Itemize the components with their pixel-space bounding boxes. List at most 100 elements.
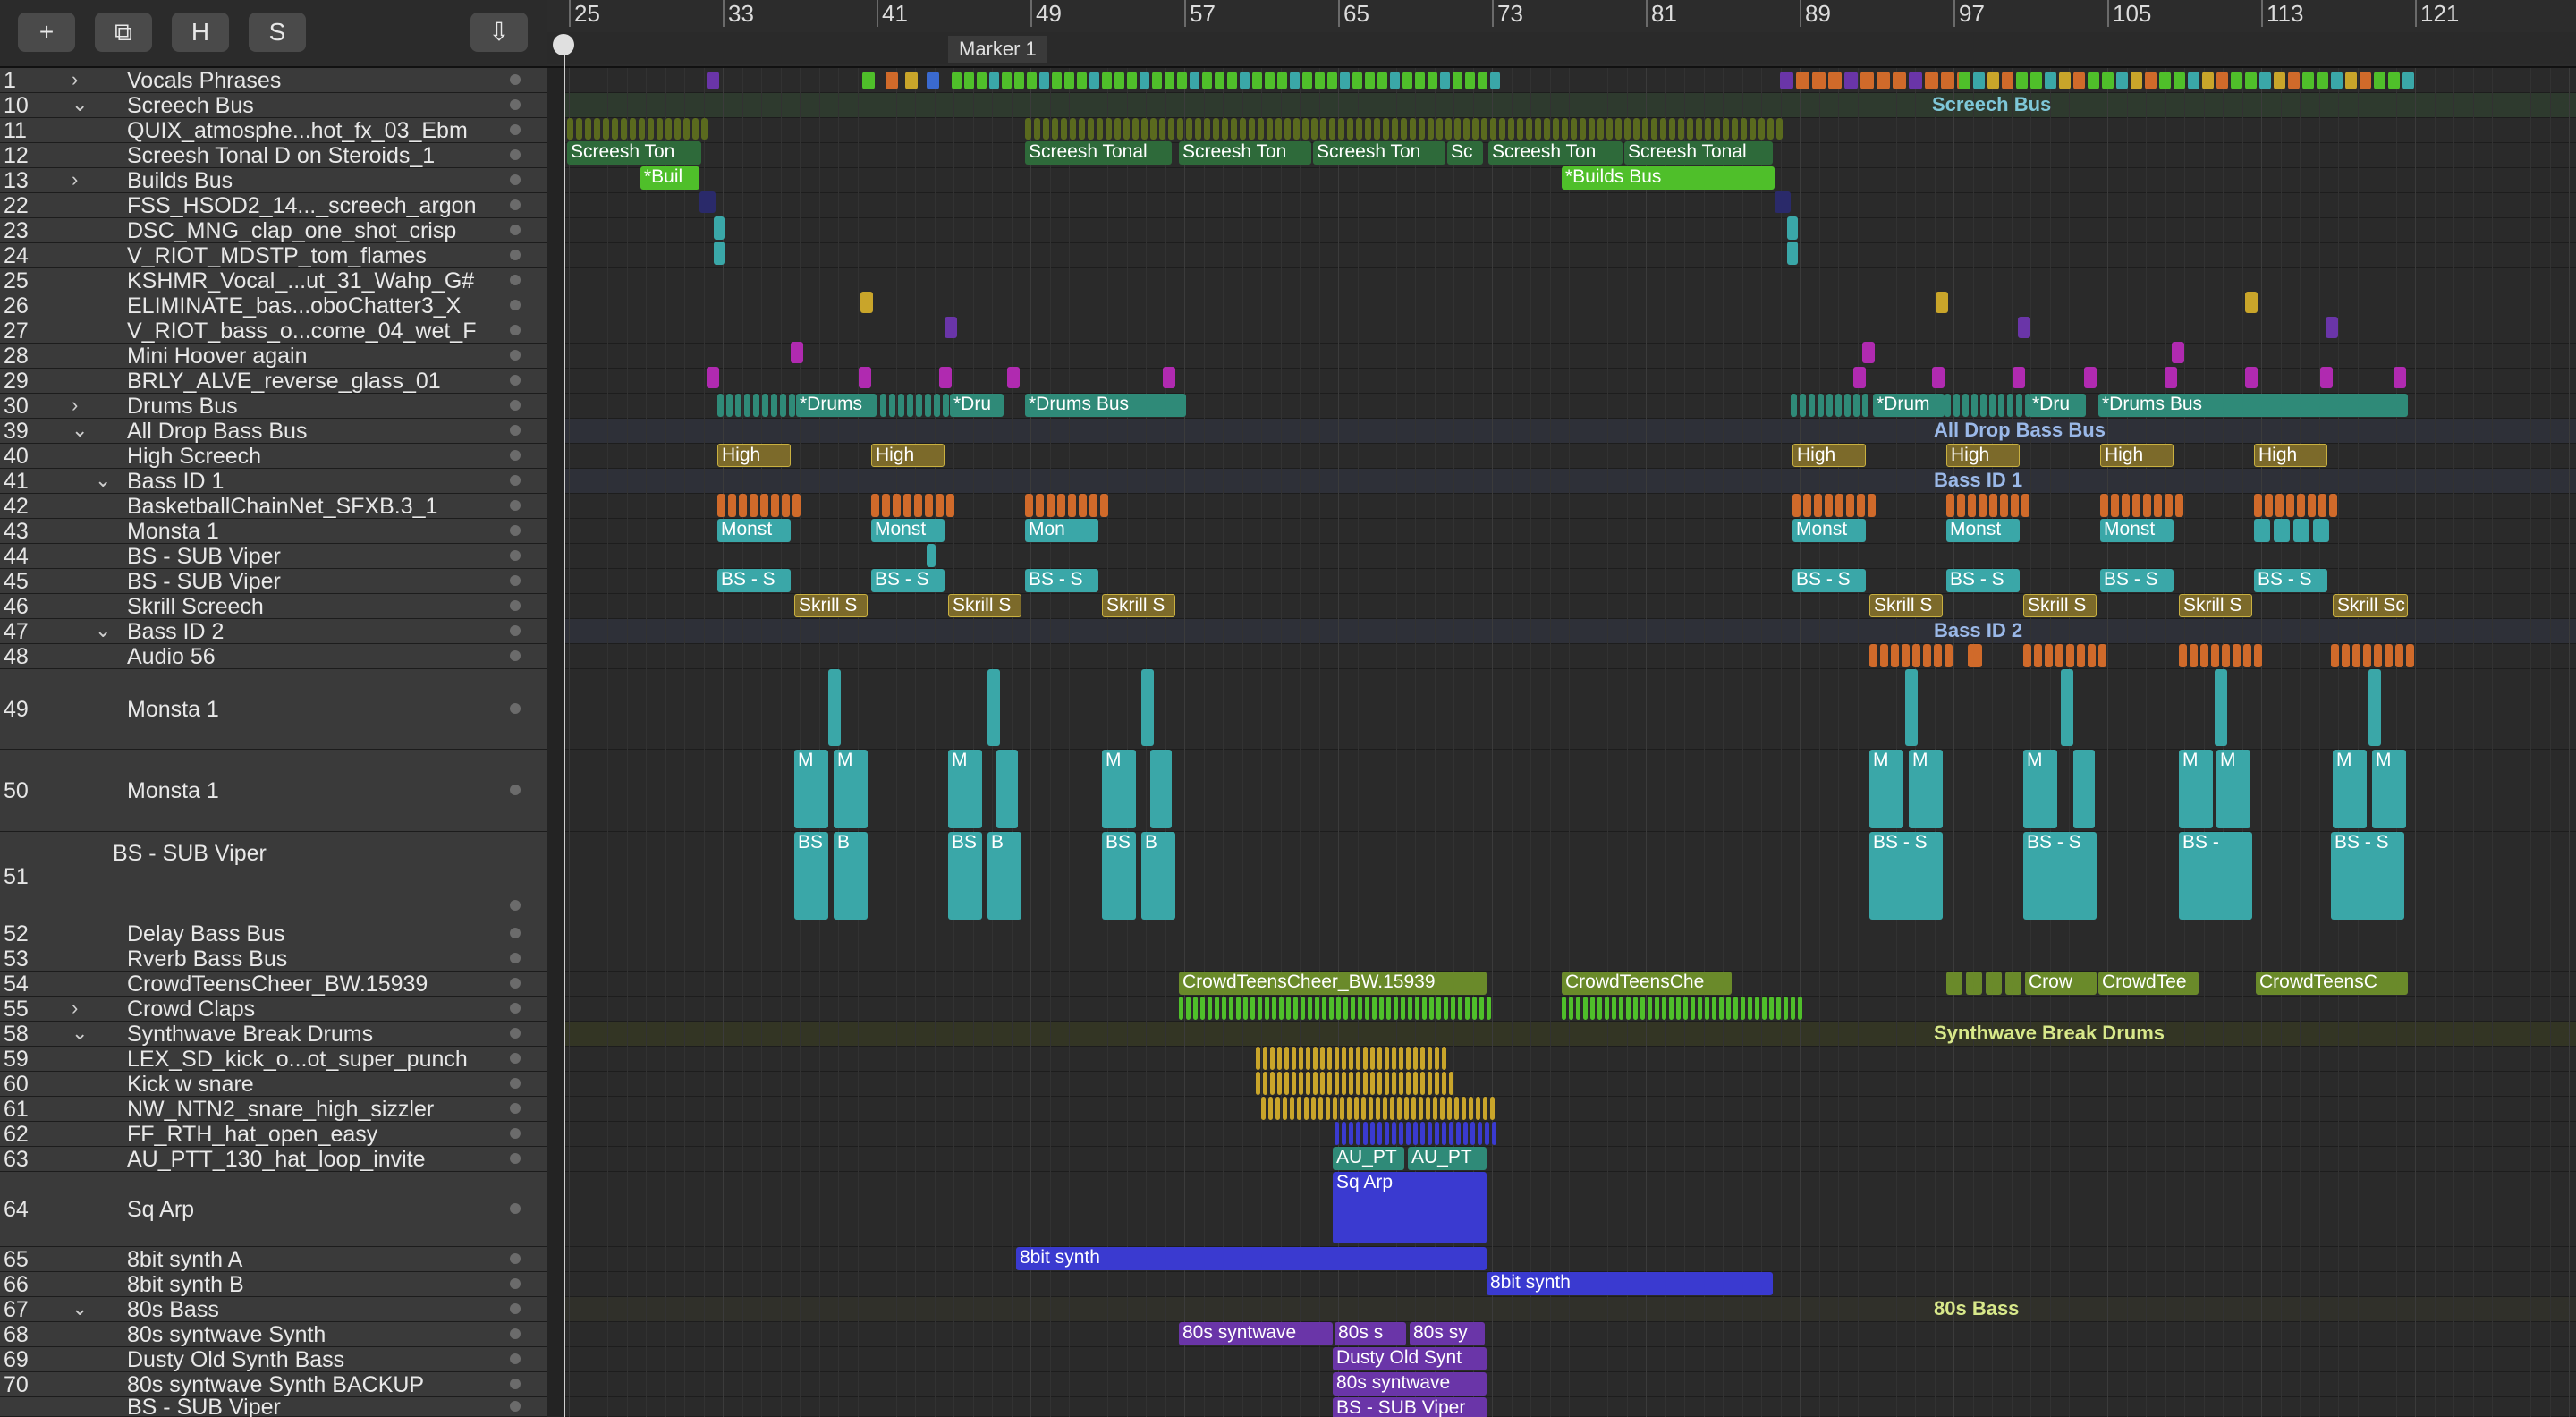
region-segment[interactable] [1329,997,1334,1020]
region-segment[interactable] [1569,997,1573,1020]
region-segment[interactable] [1320,118,1326,140]
region-segment[interactable] [1420,1122,1425,1145]
region-segment[interactable] [2302,72,2314,89]
region-segment[interactable] [889,394,895,417]
region-segment[interactable] [1097,118,1103,140]
record-enable-icon[interactable] [510,1203,521,1214]
region-segment[interactable] [1077,72,1087,89]
track-header-row[interactable]: 54 CrowdTeensCheer_BW.15939 [0,972,547,997]
region-segment[interactable] [1302,118,1309,140]
region-segment[interactable] [1383,118,1389,140]
region-segment[interactable] [1553,118,1559,140]
region-segment[interactable] [1655,997,1659,1020]
region-segment[interactable] [1177,72,1187,89]
region-segment[interactable] [1562,997,1566,1020]
region-segment[interactable] [1284,118,1291,140]
region-segment[interactable] [1490,1097,1495,1120]
region-segment[interactable] [1669,118,1675,140]
region-segment[interactable] [1342,1072,1346,1095]
track-lane[interactable] [564,1172,2576,1247]
region-segment[interactable] [2374,72,2385,89]
region-segment[interactable] [1812,72,1826,89]
region-segment[interactable] [2326,317,2338,338]
disclosure-collapsed-icon[interactable]: › [72,68,78,91]
region-segment[interactable] [1293,118,1300,140]
track-header-row[interactable]: 66 8bit synth B [0,1272,547,1297]
track-header-row[interactable]: BS - SUB Viper [0,1395,547,1417]
region-segment[interactable] [1758,118,1765,140]
region-segment[interactable] [2317,72,2328,89]
region-segment[interactable] [914,494,922,517]
region-segment[interactable] [1905,669,1918,746]
region[interactable]: Skrill S [2179,594,2252,617]
region-segment[interactable] [2174,72,2185,89]
region-segment[interactable] [1368,1097,1373,1120]
region-segment[interactable] [1796,72,1809,89]
region-segment[interactable] [1301,997,1305,1020]
region-segment[interactable] [2374,644,2382,667]
region[interactable]: M [2216,750,2250,828]
region[interactable]: BS - [2179,832,2252,920]
region-segment[interactable] [1356,1122,1360,1145]
region-segment[interactable] [1966,972,1982,995]
track-name[interactable]: Synthwave Break Drums [127,1022,373,1048]
region-segment[interactable] [1275,1097,1280,1120]
region-segment[interactable] [792,494,801,517]
region-segment[interactable] [2331,644,2339,667]
region-segment[interactable] [1163,367,1175,388]
region-segment[interactable] [1140,72,1149,89]
record-enable-icon[interactable] [510,900,521,911]
region-segment[interactable] [1748,997,1752,1020]
record-enable-icon[interactable] [510,124,521,135]
region-segment[interactable] [1490,118,1496,140]
track-lane[interactable] [564,193,2576,218]
region-segment[interactable] [1696,118,1702,140]
record-enable-icon[interactable] [510,475,521,486]
region-segment[interactable] [2188,72,2199,89]
region-segment[interactable] [1465,997,1470,1020]
track-name[interactable]: 8bit synth B [127,1272,244,1298]
region-segment[interactable] [936,494,944,517]
track-header-row[interactable]: 27 V_RIOT_bass_o...come_04_wet_F [0,318,547,344]
region-segment[interactable] [1451,997,1455,1020]
region-segment[interactable] [2202,72,2214,89]
region-segment[interactable] [1683,997,1688,1020]
region-segment[interactable] [2145,72,2157,89]
track-name[interactable]: BS - SUB Viper [127,544,281,570]
region-segment[interactable] [1844,72,1858,89]
region-segment[interactable] [1726,997,1731,1020]
region-segment[interactable] [1435,1072,1439,1095]
region-segment[interactable] [2265,494,2273,517]
region-segment[interactable] [2165,494,2173,517]
region-segment[interactable] [1419,118,1425,140]
region-segment[interactable] [1338,118,1344,140]
track-header-row[interactable]: 58 ⌄ Synthwave Break Drums [0,1022,547,1047]
region-segment[interactable] [1027,72,1037,89]
region-segment[interactable] [1809,394,1815,417]
record-enable-icon[interactable] [510,1078,521,1089]
region-segment[interactable] [1835,394,1842,417]
region-segment[interactable] [1079,118,1085,140]
region-segment[interactable] [2308,494,2316,517]
region-segment[interactable] [1349,1072,1353,1095]
region-segment[interactable] [1265,997,1269,1020]
region-segment[interactable] [2231,72,2242,89]
region[interactable]: M [1869,750,1903,828]
region-segment[interactable] [1270,1072,1275,1095]
region-segment[interactable] [1231,118,1237,140]
region-segment[interactable] [1953,394,1960,417]
region-segment[interactable] [2245,72,2257,89]
region-segment[interactable] [1893,72,1906,89]
region-segment[interactable] [1046,494,1055,517]
region-segment[interactable] [1315,72,1325,89]
region-segment[interactable] [1465,72,1475,89]
region[interactable]: M [834,750,868,828]
region-segment[interactable] [1436,118,1443,140]
region[interactable]: M [2372,750,2406,828]
region[interactable]: BS - S [1792,569,1866,592]
region-segment[interactable] [1204,118,1210,140]
region-segment[interactable] [2368,669,2381,746]
region-segment[interactable] [1215,72,1224,89]
region-segment[interactable] [1370,1047,1375,1070]
region-segment[interactable] [1444,997,1448,1020]
